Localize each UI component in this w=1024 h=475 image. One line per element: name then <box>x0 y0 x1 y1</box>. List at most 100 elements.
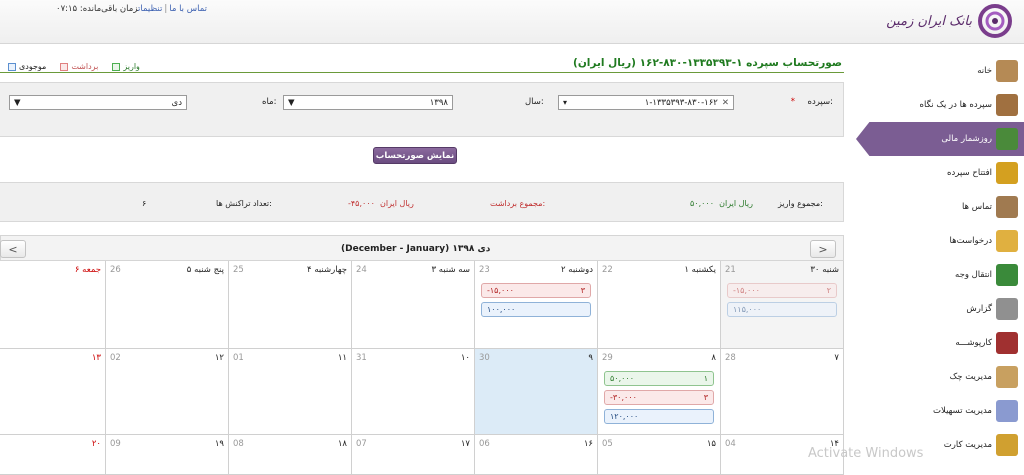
gregorian-day-number: 28 <box>725 353 736 363</box>
withdraw-total-value: -۴۵,۰۰۰ ریال ایران <box>348 199 414 208</box>
coins-add-icon <box>996 162 1018 184</box>
sidebar-item-label: افتتاح سپرده <box>947 168 992 178</box>
calendar-day[interactable]: ۵ پنج شنبه 26 <box>106 261 229 349</box>
calendar-day[interactable]: ۷ 28 <box>721 349 844 435</box>
month-label: ماه: <box>262 97 277 107</box>
persian-day-number: ۱۳ <box>91 353 101 363</box>
deposit-total-label: مجموع واریز: <box>778 199 823 208</box>
persian-day-number: ۱۰ <box>460 353 470 363</box>
gregorian-day-number: 25 <box>233 265 244 275</box>
balance-entry[interactable]: ۱۱۵,۰۰۰ <box>727 302 837 317</box>
year-label: سال: <box>525 97 544 107</box>
summary-panel: مجموع واریز: ۵۰,۰۰۰ ریال ایران مجموع برد… <box>0 182 844 222</box>
deposit-total-value: ۵۰,۰۰۰ ریال ایران <box>690 199 753 208</box>
balance-entry[interactable]: ۱۲۰,۰۰۰ <box>604 409 714 424</box>
bank-logo-icon <box>978 4 1012 38</box>
calendar-day[interactable]: ۹ 30 <box>475 349 598 435</box>
calendar-day[interactable]: ۴ چهارشنبه 25 <box>229 261 352 349</box>
persian-day-number: ۲ دوشنبه <box>561 265 593 275</box>
calendar-day[interactable]: ۱۷ 07 <box>352 435 475 475</box>
gregorian-day-number: 09 <box>110 439 121 449</box>
sidebar-item-1[interactable]: خانه <box>856 54 1024 88</box>
calendar-day[interactable]: ۸ 29 ۵۰,۰۰۰ ۱ -۳۰,۰۰۰ ۳ ۱۲۰,۰۰۰ <box>598 349 721 435</box>
persian-day-number: ۱۸ <box>337 439 347 449</box>
sidebar-item-7[interactable]: انتقال وجه <box>856 258 1024 292</box>
gregorian-day-number: 30 <box>479 353 490 363</box>
month-select[interactable]: ▼ دی <box>9 95 187 110</box>
persian-day-number: ۱۵ <box>706 439 716 449</box>
withdraw-swatch-icon <box>60 62 69 71</box>
legend-deposit-label: واریز <box>123 62 140 71</box>
calendar-day[interactable]: ۱ یکشنبه 22 <box>598 261 721 349</box>
sidebar-item-8[interactable]: گزارش <box>856 292 1024 326</box>
calendar-day[interactable]: ۱۲ 02 <box>106 349 229 435</box>
sidebar-item-4[interactable]: افتتاح سپرده <box>856 156 1024 190</box>
top-bar: تماس با ما|تنظیماتزمان باقی‌مانده: ۰۷:۱۵… <box>0 0 1024 44</box>
persian-day-number: ۷ <box>834 353 839 363</box>
calendar-day[interactable]: ۳۰ شنبه 21 -۱۵,۰۰۰ ۲ ۱۱۵,۰۰۰ <box>721 261 844 349</box>
deposit-select[interactable]: ▾ ۱-۱۳۳۵۳۹۳-۸۳۰-۱۶۲ ✕ <box>558 95 734 110</box>
sidebar-item-11[interactable]: مدیریت تسهیلات <box>856 394 1024 428</box>
withdraw-entry[interactable]: -۳۰,۰۰۰ ۳ <box>604 390 714 405</box>
calendar-icon <box>996 128 1018 150</box>
persian-day-number: ۹ <box>588 353 593 363</box>
entry-count: ۱ <box>703 374 708 383</box>
deposit-currency: ریال ایران <box>719 199 753 208</box>
gregorian-day-number: 01 <box>233 353 244 363</box>
settings-link[interactable]: تنظیمات <box>138 4 162 14</box>
calendar-day[interactable]: ۱۸ 08 <box>229 435 352 475</box>
home-icon <box>996 60 1018 82</box>
calendar-day[interactable]: ۱۹ 09 <box>106 435 229 475</box>
sidebar-item-5[interactable]: تماس ها <box>856 190 1024 224</box>
calendar-day[interactable]: ۲ دوشنبه 23 -۱۵,۰۰۰ ۳ ۱۰۰,۰۰۰ <box>475 261 598 349</box>
calendar-day[interactable]: ۱۵ 05 <box>598 435 721 475</box>
gregorian-title: (December - January) <box>341 244 450 254</box>
gregorian-day-number: 05 <box>602 439 613 449</box>
card-icon <box>996 434 1018 456</box>
balance-entry[interactable]: ۱۰۰,۰۰۰ <box>481 302 591 317</box>
persian-day-number: ۳۰ شنبه <box>810 265 839 275</box>
sidebar-item-label: انتقال وجه <box>955 270 992 280</box>
sidebar-item-label: مدیریت کارت <box>943 440 992 450</box>
sidebar-item-6[interactable]: درخواست‌ها <box>856 224 1024 258</box>
withdraw-entry[interactable]: -۱۵,۰۰۰ ۳ <box>481 283 591 298</box>
sidebar-item-9[interactable]: کارپوشـــه <box>856 326 1024 360</box>
sidebar-item-2[interactable]: سپرده ها در یک نگاه <box>856 88 1024 122</box>
persian-day-number: ۱۹ <box>214 439 224 449</box>
chevron-down-icon: ▼ <box>14 97 21 108</box>
month-value: دی <box>171 97 182 108</box>
deposit-entry[interactable]: ۵۰,۰۰۰ ۱ <box>604 371 714 386</box>
gregorian-day-number: 02 <box>110 353 121 363</box>
contact-us-link[interactable]: تماس با ما <box>169 4 207 14</box>
sidebar-item-label: تماس ها <box>961 202 992 212</box>
prev-month-button[interactable]: < <box>0 240 26 258</box>
calendar-day[interactable]: ۱۳ <box>0 349 106 435</box>
year-select[interactable]: ▼ ۱۳۹۸ <box>283 95 453 110</box>
sidebar-item-3[interactable]: روزشمار مالی <box>856 122 1024 156</box>
calendar-day[interactable]: ۱۱ 01 <box>229 349 352 435</box>
legend-balance: موجودی <box>8 62 46 71</box>
entry-count: ۳ <box>703 393 708 402</box>
gregorian-day-number: 08 <box>233 439 244 449</box>
withdraw-entry[interactable]: -۱۵,۰۰۰ ۲ <box>727 283 837 298</box>
calendar-day[interactable]: ۶ جمعه <box>0 261 106 349</box>
sidebar-item-10[interactable]: مدیریت چک <box>856 360 1024 394</box>
gregorian-day-number: 07 <box>356 439 367 449</box>
clear-icon[interactable]: ✕ <box>722 98 729 108</box>
calendar-day[interactable]: ۲۰ <box>0 435 106 475</box>
next-month-button[interactable]: > <box>810 240 836 258</box>
calendar-day[interactable]: ۳ سه شنبه 24 <box>352 261 475 349</box>
sidebar-item-label: مدیریت تسهیلات <box>933 406 992 416</box>
calendar-day[interactable]: ۱۰ 31 <box>352 349 475 435</box>
folder-icon <box>996 230 1018 252</box>
sidebar: خانه سپرده ها در یک نگاه روزشمار مالی افتتا… <box>856 50 1024 459</box>
bank-logo[interactable]: بانک ایران زمین <box>872 2 1012 40</box>
show-statement-button[interactable]: نمایش صورتحساب <box>373 147 457 164</box>
sidebar-item-label: گزارش <box>966 304 992 314</box>
gregorian-day-number: 21 <box>725 265 736 275</box>
year-value: ۱۳۹۸ <box>429 97 448 108</box>
page-title: صورتحساب سپرده ۱-۱۳۳۵۳۹۳-۸۳۰-۱۶۲ (ریال ا… <box>573 57 842 69</box>
calendar-day[interactable]: ۱۶ 06 <box>475 435 598 475</box>
legend-withdraw-label: برداشت <box>71 62 99 71</box>
entry-amount: -۱۵,۰۰۰ <box>487 286 514 295</box>
